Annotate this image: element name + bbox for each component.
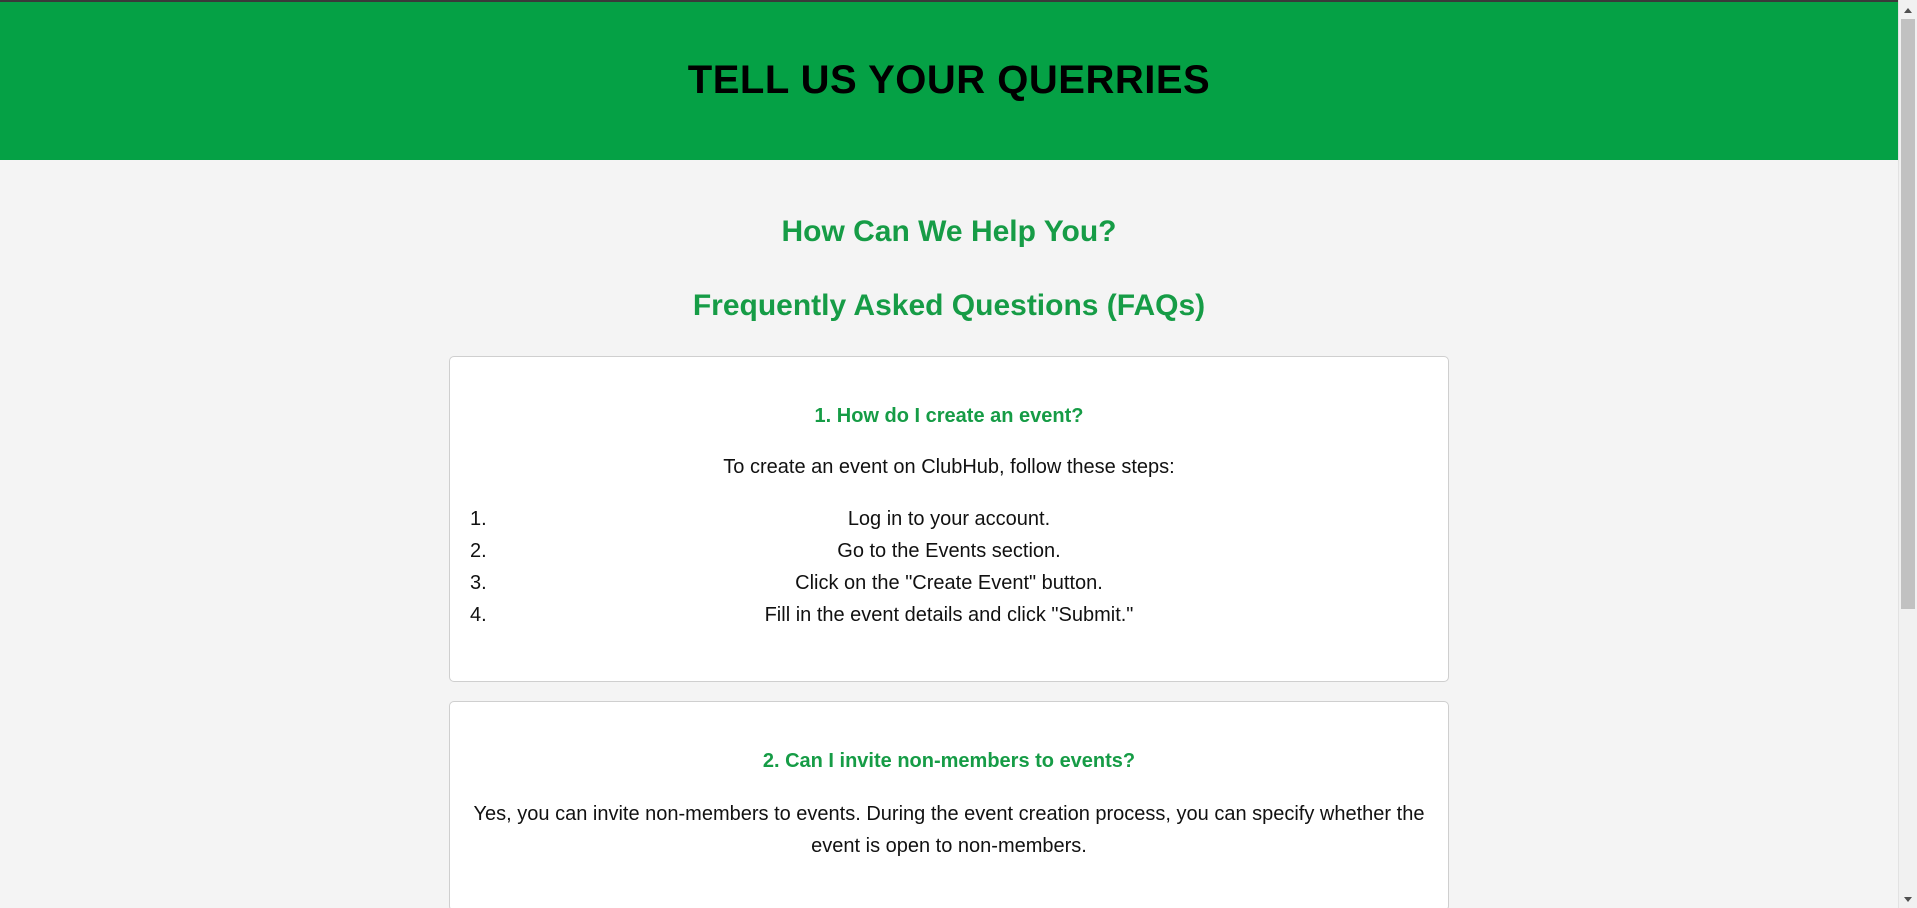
step-text: Go to the Events section.: [837, 540, 1061, 562]
faq-heading: Frequently Asked Questions (FAQs): [692, 289, 1206, 322]
faq-answer: Yes, you can invite non-members to event…: [473, 803, 1425, 857]
faq-answer: To create an event on ClubHub, follow th…: [723, 456, 1175, 478]
faq-card-create-event: 1. How do I create an event? To create a…: [449, 356, 1449, 682]
help-heading: How Can We Help You?: [781, 215, 1117, 248]
step-text: Click on the "Create Event" button.: [795, 572, 1103, 594]
vertical-scrollbar[interactable]: [1898, 0, 1917, 908]
step-number: 1.: [470, 508, 487, 530]
faq-step: 2. Go to the Events section.: [470, 535, 1426, 567]
step-text: Fill in the event details and click "Sub…: [764, 604, 1134, 626]
browser-viewport: TELL US YOUR QUERRIES How Can We Help Yo…: [0, 0, 1917, 908]
step-number: 3.: [470, 572, 487, 594]
faq-steps-list: 1. Log in to your account. 2. Go to the …: [470, 503, 1426, 631]
scrollbar-thumb[interactable]: [1901, 19, 1915, 609]
step-number: 2.: [470, 540, 487, 562]
step-text: Log in to your account.: [847, 508, 1051, 530]
faq-page: TELL US YOUR QUERRIES How Can We Help Yo…: [0, 0, 1898, 908]
step-number: 4.: [470, 604, 487, 626]
faq-step: 3. Click on the "Create Event" button.: [470, 567, 1426, 599]
faq-step: 1. Log in to your account.: [470, 503, 1426, 535]
chevron-down-icon[interactable]: [1899, 891, 1917, 908]
faq-question: 1. How do I create an event?: [814, 405, 1084, 427]
chevron-up-icon[interactable]: [1899, 2, 1917, 19]
faq-question: 2. Can I invite non-members to events?: [762, 750, 1136, 772]
faq-card-invite-non-members: 2. Can I invite non-members to events? Y…: [449, 701, 1449, 908]
faq-list: 1. How do I create an event? To create a…: [449, 356, 1449, 908]
faq-step: 4. Fill in the event details and click "…: [470, 599, 1426, 631]
page-header-banner: TELL US YOUR QUERRIES: [0, 2, 1898, 160]
page-title: TELL US YOUR QUERRIES: [687, 57, 1211, 102]
